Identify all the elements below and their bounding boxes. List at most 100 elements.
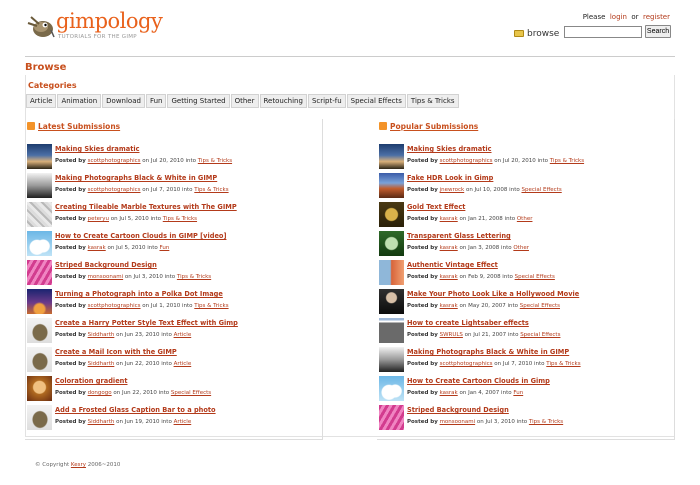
author-link[interactable]: scottphotographics	[440, 361, 493, 367]
category-link[interactable]: Tips & Tricks	[529, 419, 563, 425]
category-script-fu[interactable]: Script-fu	[307, 94, 346, 108]
submission-title-link[interactable]: Striped Background Design	[407, 406, 509, 414]
category-getting-started[interactable]: Getting Started	[167, 94, 230, 108]
author-link[interactable]: scottphotographics	[88, 187, 141, 193]
category-link[interactable]: Tips & Tricks	[546, 361, 580, 367]
search-input[interactable]	[564, 26, 642, 38]
author-link[interactable]: Siddharth	[88, 361, 115, 367]
category-link[interactable]: Tips & Tricks	[194, 187, 228, 193]
author-link[interactable]: kasrak	[440, 274, 458, 280]
popular-submissions-heading[interactable]: Popular Submissions	[379, 122, 478, 131]
submission-title-link[interactable]: How to Create Cartoon Clouds in Gimp	[407, 377, 550, 385]
submission-thumbnail[interactable]	[379, 231, 404, 256]
category-link[interactable]: Tips & Tricks	[198, 158, 232, 164]
search-button[interactable]: Search	[645, 25, 671, 38]
category-fun[interactable]: Fun	[145, 94, 167, 108]
category-link[interactable]: Article	[174, 361, 192, 367]
submission-thumbnail[interactable]	[27, 173, 52, 198]
submission-thumbnail[interactable]	[379, 347, 404, 372]
author-link[interactable]: peteryu	[88, 216, 109, 222]
submission-title-link[interactable]: Creating Tileable Marble Textures with T…	[55, 203, 237, 211]
category-link[interactable]: Special Effects	[520, 332, 560, 338]
author-link[interactable]: scottphotographics	[440, 158, 493, 164]
category-link[interactable]: Tips & Tricks	[550, 158, 584, 164]
submission-thumbnail[interactable]	[27, 405, 52, 430]
submission-thumbnail[interactable]	[27, 231, 52, 256]
category-link[interactable]: Fun	[160, 245, 170, 251]
author-link[interactable]: Siddharth	[88, 419, 115, 425]
category-link[interactable]: Tips & Tricks	[177, 274, 211, 280]
submission-title-link[interactable]: Fake HDR Look in Gimp	[407, 174, 493, 182]
author-link[interactable]: kasrak	[440, 216, 458, 222]
author-link[interactable]: kasrak	[88, 245, 106, 251]
submission-title-link[interactable]: How to create Lightsaber effects	[407, 319, 529, 327]
category-link[interactable]: Tips & Tricks	[194, 303, 228, 309]
submission-title-link[interactable]: Coloration gradient	[55, 377, 128, 385]
author-link[interactable]: SWRULS	[440, 332, 463, 338]
category-link[interactable]: Tips & Tricks	[163, 216, 197, 222]
submission-thumbnail[interactable]	[379, 144, 404, 169]
submission-thumbnail[interactable]	[27, 347, 52, 372]
category-link[interactable]: Special Effects	[520, 303, 560, 309]
submission-title-link[interactable]: Make Your Photo Look Like a Hollywood Mo…	[407, 290, 579, 298]
submission-title-link[interactable]: Making Photographs Black & White in GIMP	[407, 348, 569, 356]
submission-thumbnail[interactable]	[379, 260, 404, 285]
author-link[interactable]: jnewrock	[440, 187, 465, 193]
category-animation[interactable]: Animation	[57, 94, 102, 108]
category-link[interactable]: Fun	[513, 390, 523, 396]
submission-title-link[interactable]: Making Skies dramatic	[407, 145, 492, 153]
submission-thumbnail[interactable]	[379, 376, 404, 401]
register-link[interactable]: register	[643, 13, 670, 21]
submission-title-link[interactable]: Making Skies dramatic	[55, 145, 140, 153]
rss-icon[interactable]	[379, 122, 387, 130]
submission-title-link[interactable]: Authentic Vintage Effect	[407, 261, 498, 269]
submission-thumbnail[interactable]	[27, 260, 52, 285]
submission-thumbnail[interactable]	[379, 173, 404, 198]
submission-thumbnail[interactable]	[27, 144, 52, 169]
category-link[interactable]: Other	[513, 245, 529, 251]
submission-thumbnail[interactable]	[27, 202, 52, 227]
category-link[interactable]: Special Effects	[171, 390, 211, 396]
submission-thumbnail[interactable]	[27, 376, 52, 401]
category-tips-tricks[interactable]: Tips & Tricks	[406, 94, 459, 108]
submission-title-link[interactable]: Create a Harry Potter Style Text Effect …	[55, 319, 238, 327]
category-link[interactable]: Special Effects	[521, 187, 561, 193]
category-link[interactable]: Article	[174, 332, 192, 338]
author-link[interactable]: kasrak	[440, 390, 458, 396]
footer-owner-link[interactable]: Kesry	[71, 462, 86, 468]
submission-thumbnail[interactable]	[379, 405, 404, 430]
author-link[interactable]: Siddharth	[88, 332, 115, 338]
submission-thumbnail[interactable]	[379, 318, 404, 343]
submission-title-link[interactable]: Making Photographs Black & White in GIMP	[55, 174, 217, 182]
author-link[interactable]: scottphotographics	[88, 303, 141, 309]
category-download[interactable]: Download	[102, 94, 145, 108]
author-link[interactable]: kasrak	[440, 303, 458, 309]
author-link[interactable]: monsoonami	[440, 419, 476, 425]
submission-title-link[interactable]: How to Create Cartoon Clouds in GIMP [vi…	[55, 232, 226, 240]
submission-thumbnail[interactable]	[27, 289, 52, 314]
submission-title-link[interactable]: Turning a Photograph into a Polka Dot Im…	[55, 290, 223, 298]
submission-title-link[interactable]: Striped Background Design	[55, 261, 157, 269]
submission-title-link[interactable]: Add a Frosted Glass Caption Bar to a pho…	[55, 406, 216, 414]
rss-icon[interactable]	[27, 122, 35, 130]
submission-thumbnail[interactable]	[27, 318, 52, 343]
category-link[interactable]: Other	[517, 216, 533, 222]
latest-submissions-heading[interactable]: Latest Submissions	[27, 122, 120, 131]
site-logo[interactable]: gimpology TUTORIALS FOR THE GIMP	[25, 9, 163, 46]
author-link[interactable]: dongogo	[88, 390, 112, 396]
category-special-effects[interactable]: Special Effects	[346, 94, 406, 108]
category-retouching[interactable]: Retouching	[259, 94, 307, 108]
author-link[interactable]: kasrak	[440, 245, 458, 251]
author-link[interactable]: scottphotographics	[88, 158, 141, 164]
submission-title-link[interactable]: Create a Mail Icon with the GIMP	[55, 348, 177, 356]
category-link[interactable]: Special Effects	[515, 274, 555, 280]
category-other[interactable]: Other	[230, 94, 259, 108]
submission-title-link[interactable]: Transparent Glass Lettering	[407, 232, 511, 240]
submission-title-link[interactable]: Gold Text Effect	[407, 203, 465, 211]
login-link[interactable]: login	[610, 13, 627, 21]
category-link[interactable]: Article	[174, 419, 192, 425]
category-article[interactable]: Article	[26, 94, 57, 108]
author-link[interactable]: monsoonami	[88, 274, 124, 280]
submission-thumbnail[interactable]	[379, 289, 404, 314]
submission-thumbnail[interactable]	[379, 202, 404, 227]
